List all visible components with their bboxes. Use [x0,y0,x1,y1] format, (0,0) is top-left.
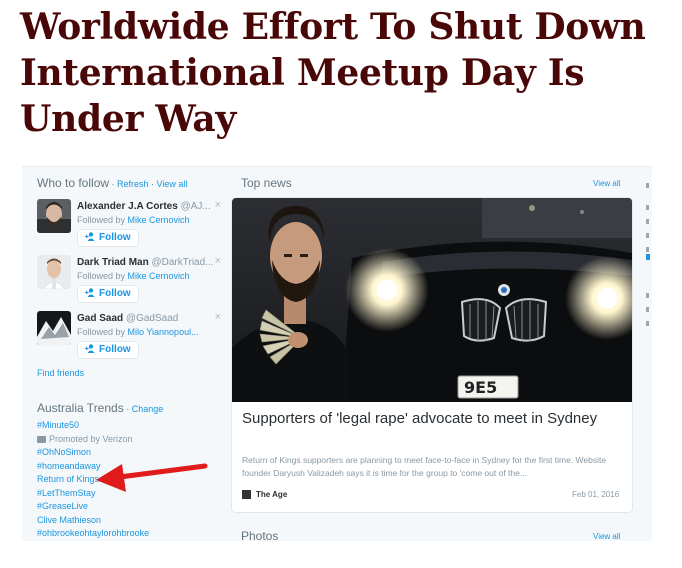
right-column-clipped [640,167,652,541]
separator-dot: · [123,404,132,414]
follow-suggestion: Alexander J.A Cortes @AJ... × Followed b… [37,199,227,251]
trend-item[interactable]: #homeandaway [37,460,227,474]
trend-item[interactable]: #Minute50 [37,419,227,433]
user-name[interactable]: Alexander J.A Cortes [77,201,178,212]
trend-item[interactable]: #OhNoSimon [37,446,227,460]
user-handle: @GadSaad [125,313,179,324]
follow-button[interactable]: Follow [77,341,139,359]
clipped-glyph [646,183,649,188]
find-friends-link[interactable]: Find friends [37,368,84,378]
user-handle: @AJ... [180,201,211,212]
followed-by-prefix: Followed by [77,327,128,337]
follow-person-icon [85,344,95,353]
who-to-follow-header: Who to follow · Refresh · View all [37,176,187,190]
clipped-glyph [646,307,649,312]
promoted-label: Promoted by Verizon [37,433,227,447]
photos-title: Photos [241,529,279,541]
follow-button-label: Follow [99,232,131,243]
news-source[interactable]: The Age [256,490,287,499]
trends-header: Australia Trends · Change [37,401,163,415]
who-to-follow-view-all-link[interactable]: View all [157,179,188,189]
follow-person-icon [85,232,95,241]
followed-by-prefix: Followed by [77,271,128,281]
clipped-glyph [646,321,649,326]
clipped-glyph [646,205,649,210]
follow-button-label: Follow [99,288,131,299]
followed-by-user-link[interactable]: Mike Cernovich [128,271,190,281]
followed-by-prefix: Followed by [77,215,128,225]
source-logo-icon [242,490,251,499]
change-trends-link[interactable]: Change [132,404,164,414]
follow-suggestion: Gad Saad @GadSaad × Followed by Milo Yia… [37,311,227,363]
left-column: Who to follow · Refresh · View all Alexa… [30,167,226,541]
user-name[interactable]: Dark Triad Man [77,257,149,268]
news-photo[interactable]: 9E5 [232,198,632,402]
trend-item[interactable]: #ohbrookeohtaylorohbrooke [37,527,227,541]
who-to-follow-title: Who to follow [37,176,110,190]
promoted-text: Promoted by Verizon [49,433,133,444]
followed-by-user-link[interactable]: Milo Yiannopoul... [128,327,199,337]
top-news-view-all-link[interactable]: View all [593,179,620,188]
close-icon[interactable]: × [215,255,221,267]
trend-item[interactable]: #LetThemStay [37,487,227,501]
follow-button-label: Follow [99,344,131,355]
follow-button[interactable]: Follow [77,229,139,247]
promoted-icon [37,435,46,443]
follow-suggestion: Dark Triad Man @DarkTriad... × Followed … [37,255,227,307]
top-news-title: Top news [241,176,292,190]
close-icon[interactable]: × [215,199,221,211]
trends-title: Australia Trends [37,401,124,415]
trend-item[interactable]: Return of Kings [37,473,227,487]
trend-item[interactable]: Clive Mathieson [37,514,227,528]
refresh-link[interactable]: Refresh [117,179,149,189]
user-handle: @DarkTriad... [151,257,214,268]
user-name[interactable]: Gad Saad [77,313,123,324]
news-card[interactable]: 9E5 Supporters of 'legal rape' advocate [231,197,633,513]
news-date: Feb 01, 2016 [572,490,620,499]
clipped-glyph [646,219,649,224]
news-card-title[interactable]: Supporters of 'legal rape' advocate to m… [242,409,622,429]
license-plate-text: 9E5 [464,378,497,397]
article-headline: Worldwide Effort To Shut Down Internatio… [20,6,646,140]
clipped-glyph [646,293,649,298]
follow-person-icon [85,288,95,297]
twitter-screenshot: Who to follow · Refresh · View all Alexa… [22,166,652,541]
separator-dot: · [109,179,118,189]
clipped-blue-bar [646,254,650,260]
trend-item[interactable]: #GreaseLive [37,500,227,514]
news-card-description: Return of Kings supporters are planning … [242,455,607,478]
avatar[interactable] [37,199,71,233]
photos-view-all-link[interactable]: View all [593,532,620,541]
avatar[interactable] [37,255,71,289]
clipped-glyph [646,233,649,238]
avatar[interactable] [37,311,71,345]
separator-dot: · [148,179,157,189]
follow-button[interactable]: Follow [77,285,139,303]
close-icon[interactable]: × [215,311,221,323]
clipped-glyph [646,247,649,252]
followed-by-user-link[interactable]: Mike Cernovich [128,215,190,225]
trends-list: #Minute50 Promoted by Verizon #OhNoSimon… [37,419,227,541]
